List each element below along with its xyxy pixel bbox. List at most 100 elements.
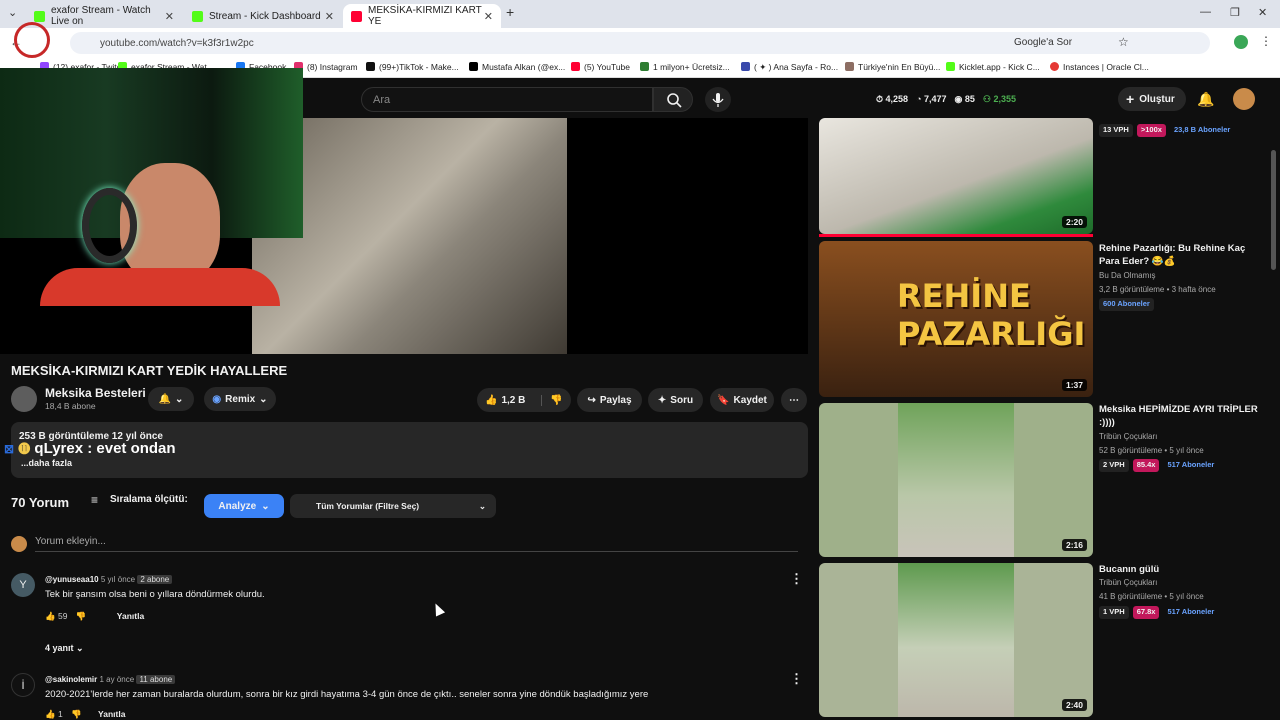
sidebar-video-stats: 600 Aboneler [1099,298,1154,311]
kick-icon [192,10,203,22]
sidebar-video-thumbnail[interactable]: REHİNE PAZARLIĞI 1:37 [819,241,1093,397]
new-tab-button[interactable]: + [506,4,514,20]
like-button[interactable]: 👍 1,2 B 👎 [477,388,571,412]
tab-kick-dashboard[interactable]: Stream - Kick Dashboard ✕ [184,4,342,28]
thumbs-down-icon[interactable]: 👎 [71,709,82,719]
tab-youtube-video[interactable]: MEKSİKA-KIRMIZI KART YE ✕ [343,4,501,28]
thumbs-down-icon[interactable]: 👎 [541,394,563,406]
comment-menu-icon[interactable]: ⋮ [790,571,803,587]
bookmark-item[interactable]: Türkiye'nin En Büyü... [845,62,940,72]
watched-progress-bar [819,234,1093,237]
create-button[interactable]: + Oluştur [1118,87,1186,111]
commenter-avatar[interactable]: Y [11,573,35,597]
sort-button[interactable]: Sıralama ölçütü: [110,494,188,505]
sidebar-video-title[interactable]: Rehine Pazarlığı: Bu Rehine Kaç Para Ede… [1099,242,1264,268]
subscriber-count: 18,4 B abone [45,401,96,411]
remix-button[interactable]: ◉ Remix ⌄ [204,387,276,411]
more-actions-button[interactable]: ⋯ [781,388,807,412]
video-title: MEKSİKA-KIRMIZI KART YEDİK HAYALLERE [11,363,288,378]
bell-icon[interactable]: 🔔 [1197,91,1214,108]
share-button[interactable]: ↪ Paylaş [577,388,642,412]
close-icon[interactable]: ✕ [325,10,334,23]
plus-icon: + [1126,91,1135,107]
live-stat: ◉ 85 [954,94,975,104]
profile-avatar[interactable] [1234,35,1248,49]
close-icon[interactable]: ✕ [165,10,174,23]
mouse-cursor [430,601,446,617]
bookmark-item[interactable]: (99+)TikTok - Make... [366,62,459,72]
scrollbar[interactable] [1271,150,1276,270]
comment-filter-select[interactable]: Tüm Yorumlar (Filtre Seç) ⌄ [290,494,496,518]
search-button[interactable] [653,87,693,112]
extension-stats: ⏱ 4,258 ◔ 7,477 ◉ 85 ⚇ 2,355 [876,94,1016,105]
minimize-icon[interactable]: — [1200,6,1211,18]
restore-icon[interactable]: ❐ [1230,6,1240,19]
sidebar-meta: 41 B görüntüleme • 5 yıl önce [1099,592,1204,601]
search-input[interactable]: Ara [361,87,653,112]
commenter-avatar[interactable]: İ [11,673,35,697]
save-button[interactable]: 🔖 Kaydet [710,388,774,412]
notification-bell-button[interactable]: 🔔 ⌄ [148,387,194,411]
address-bar: ← youtube.com/watch?v=k3f3r1w2pc Google'… [0,28,1280,58]
sidebar-video-title[interactable]: Meksika HEPİMİZDE AYRI TRİPLER :)))) [1099,403,1264,429]
channel-avatar[interactable] [11,386,37,412]
views-stat: ⏱ 4,258 [876,94,909,104]
bookmark-icon: 🔖 [717,394,730,406]
streamer-shirt [40,268,280,306]
tab-search-icon[interactable]: ⌄ [8,6,17,19]
show-more-link[interactable]: ...daha fazla [21,458,72,468]
comment-count: 70 Yorum [11,495,70,510]
mic-button[interactable] [705,87,731,112]
comment-meta: @sakinolemir 1 ay önce 11 abone [45,675,176,684]
sort-icon[interactable]: ≡ [91,493,98,507]
chevron-down-icon: ⌄ [175,393,184,405]
close-icon[interactable]: ✕ [484,10,493,23]
avatar[interactable] [1233,88,1255,110]
sidebar-video-thumbnail[interactable]: 2:16 [819,403,1093,557]
sidebar-video-title[interactable]: Bucanın gülü [1099,563,1264,576]
webcam-overlay [0,68,303,306]
bookmark-item[interactable]: (8) Instagram [294,62,358,72]
comment-text: Tek bir şansım olsa beni o yıllara döndü… [45,589,265,600]
menu-icon[interactable]: ⋮ [1260,34,1272,48]
browser-tab-bar: exafor Stream - Watch Live on ✕ Stream -… [0,0,1280,28]
bookmark-item[interactable]: (5) YouTube [571,62,630,72]
ask-button[interactable]: ✦ Soru [648,388,703,412]
more-icon: ⋯ [789,394,799,406]
sidebar-channel[interactable]: Tribün Çoçukları [1099,578,1157,587]
remix-icon: ◉ [212,393,222,405]
sidebar-meta: 52 B görüntüleme • 5 yıl önce [1099,446,1204,455]
thumbs-down-icon[interactable]: 👎 [76,611,87,621]
sidebar-video-thumbnail[interactable]: 2:40 [819,563,1093,717]
comment-menu-icon[interactable]: ⋮ [790,671,803,687]
sidebar-video-stats: 2 VPH 85.4x 517 Aboneler [1099,459,1218,472]
thumbs-up-icon[interactable]: 👍 [45,709,56,719]
sidebar-video-stats: 13 VPH >100x 23,8 B Aboneler [1099,124,1234,137]
bookmark-item[interactable]: 1 milyon+ Ücretsiz... [640,62,730,72]
replies-toggle[interactable]: 4 yanıt ⌄ [45,643,84,654]
reply-button[interactable]: Yanıtla [98,709,125,719]
analyze-button[interactable]: Analyze ⌄ [204,494,284,518]
bookmark-item[interactable]: Kicklet.app - Kick C... [946,62,1040,72]
sidebar-channel[interactable]: Bu Da Olmamış [1099,271,1155,280]
channel-logo-overlay [14,22,50,58]
tab-kick-watch[interactable]: exafor Stream - Watch Live on ✕ [26,4,182,28]
bookmark-item[interactable]: Mustafa Alkan (@ex... [469,62,565,72]
sidebar-video-thumbnail[interactable]: 2:20 [819,118,1093,234]
chevron-down-icon: ⌄ [76,643,84,653]
bookmark-item[interactable]: Instances | Oracle Cl... [1050,62,1149,72]
add-comment-input[interactable]: Yorum ekleyin... [35,536,798,552]
bookmark-item[interactable]: ( ✦ ) Ana Sayfa - Ro... [741,62,838,73]
reply-button[interactable]: Yanıtla [117,611,144,621]
comment-actions: 👍 1 👎 Yanıtla [45,709,126,719]
thumbs-up-icon[interactable]: 👍 [45,611,56,621]
bookmark-star-icon[interactable]: ☆ [1118,35,1129,49]
channel-name[interactable]: Meksika Besteleri [45,386,146,400]
sparkle-icon: ✦ [657,394,667,406]
share-icon: ↪ [587,394,596,406]
badge-icon: ⊠ [4,442,15,456]
comment-actions: 👍 59 👎 Yanıtla [45,611,145,621]
sidebar-channel[interactable]: Tribün Çoçukları [1099,432,1157,441]
google-ask-button[interactable]: Google'a Sor [1014,37,1072,48]
close-window-icon[interactable]: ✕ [1258,6,1267,19]
